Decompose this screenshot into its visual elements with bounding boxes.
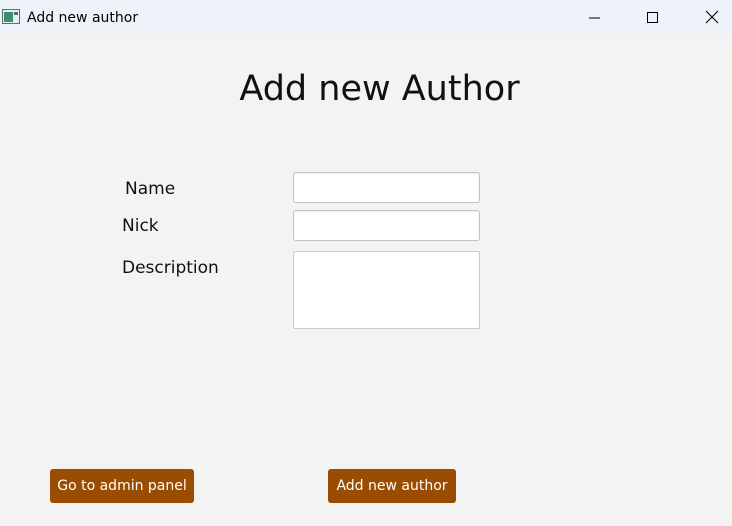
add-new-author-button[interactable]: Add new author <box>328 469 456 503</box>
close-button[interactable] <box>683 0 732 36</box>
minimize-button[interactable] <box>566 0 624 36</box>
nick-label: Nick <box>122 216 159 236</box>
description-label: Description <box>122 258 219 278</box>
go-to-admin-panel-button[interactable]: Go to admin panel <box>50 469 194 503</box>
title-bar: Add new author <box>0 0 732 36</box>
name-label: Name <box>125 179 176 199</box>
description-field[interactable] <box>293 251 480 329</box>
maximize-icon <box>647 9 659 28</box>
maximize-button[interactable] <box>624 0 682 36</box>
close-icon <box>705 9 719 28</box>
minimize-icon <box>589 9 601 28</box>
window-title: Add new author <box>27 10 139 26</box>
nick-field[interactable] <box>293 210 480 241</box>
name-field[interactable] <box>293 172 480 203</box>
app-window-icon <box>2 9 20 24</box>
page-title: Add new Author <box>239 69 520 109</box>
